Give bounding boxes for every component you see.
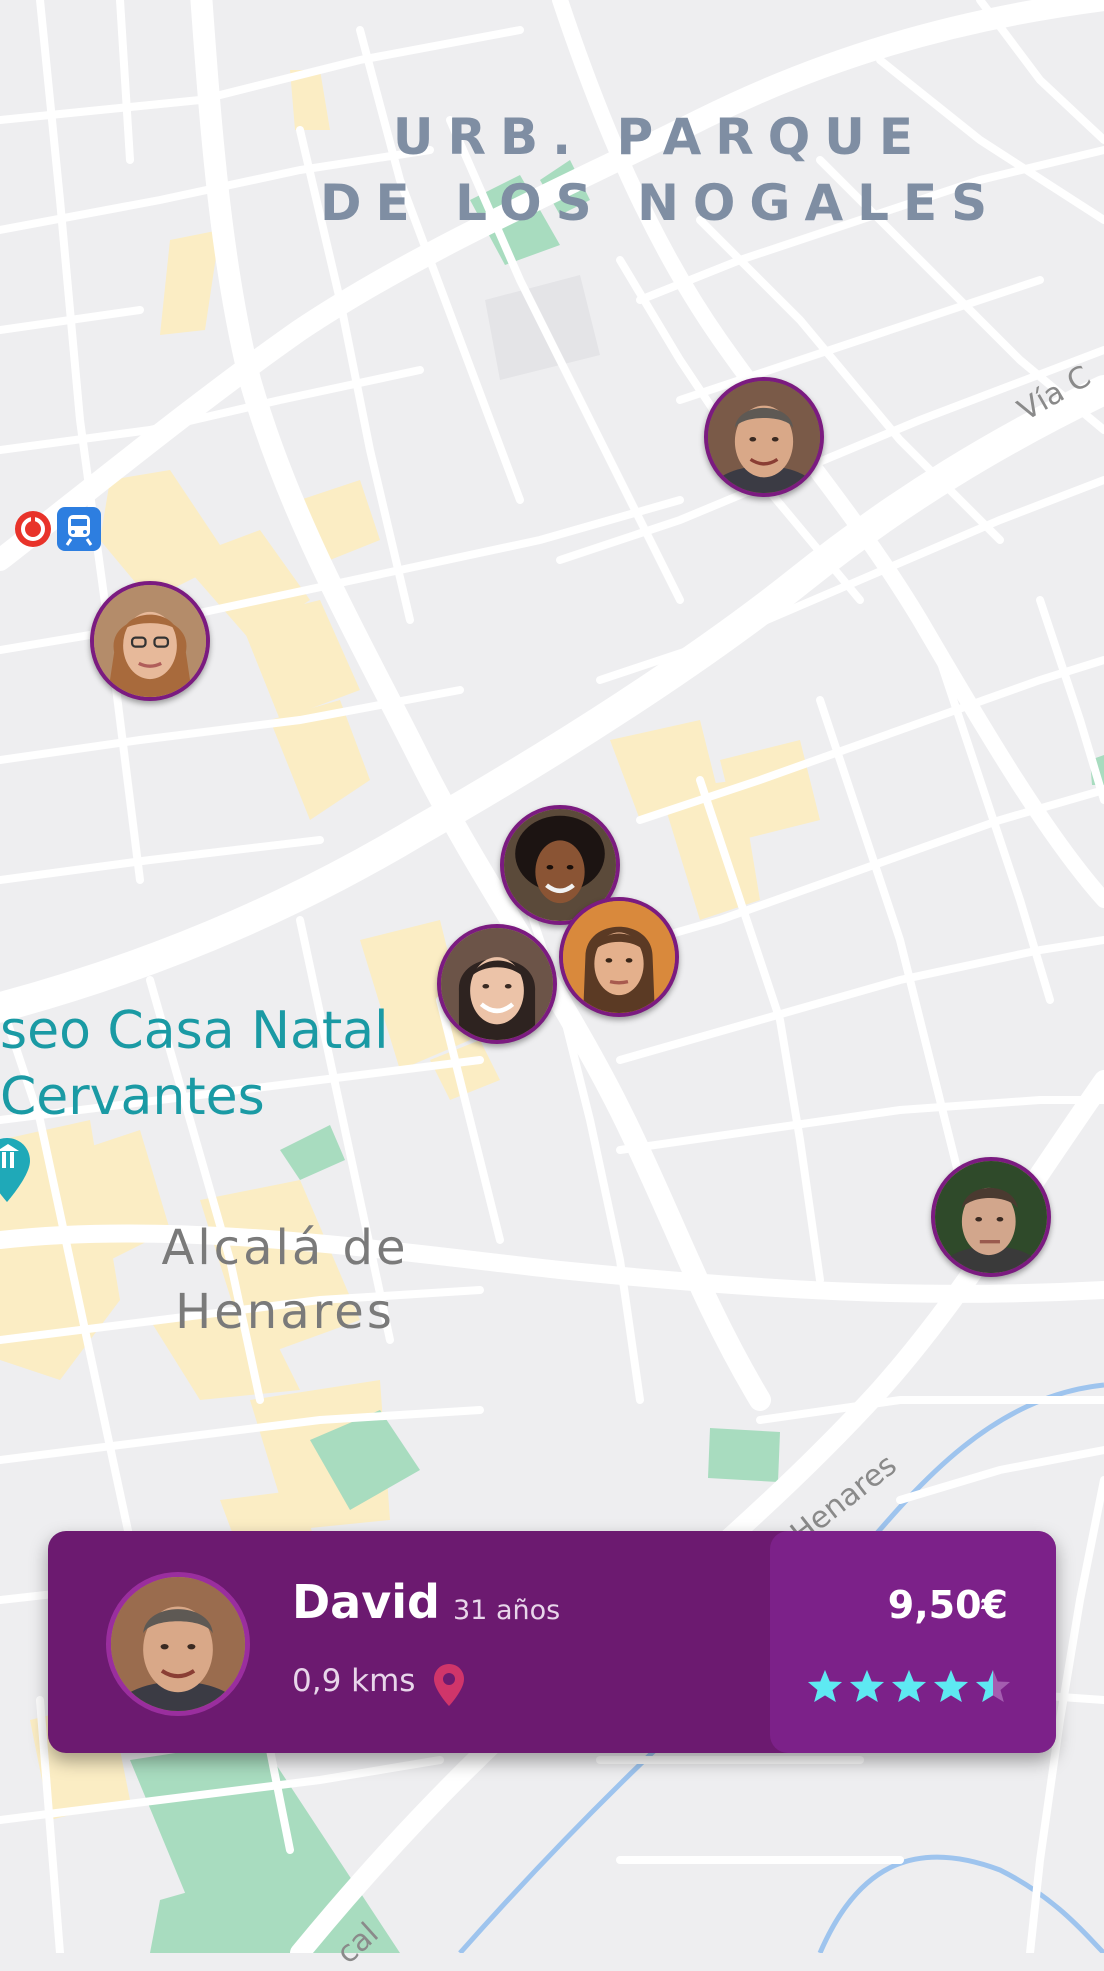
cercanias-icon[interactable] (14, 510, 52, 548)
star-icon (892, 1670, 926, 1702)
poi-label[interactable]: seo Casa Natal Cervantes (0, 998, 389, 1130)
profile-card[interactable]: David 31 años 0,9 kms 9,50€ (48, 1531, 1056, 1753)
district-label: URB. PARQUE DE LOS NOGALES (320, 104, 1000, 236)
pin-woman-smiling[interactable] (437, 924, 557, 1044)
city-label-line2: Henares (175, 1284, 395, 1340)
museum-pin-icon[interactable] (0, 1136, 32, 1206)
pin-man-top-right[interactable] (704, 377, 824, 497)
poi-label-line2: Cervantes (0, 1067, 265, 1127)
card-avatar[interactable] (106, 1572, 250, 1716)
star-icon (934, 1670, 968, 1702)
city-label-line1: Alcalá de (161, 1220, 409, 1276)
price-value: 9,50€ (887, 1583, 1008, 1627)
pin-woman-glasses[interactable] (90, 581, 210, 701)
district-label-line1: URB. PARQUE (392, 108, 928, 166)
city-label: Alcalá de Henares (120, 1216, 450, 1344)
pin-woman-young[interactable] (559, 897, 679, 1017)
location-pin-icon (434, 1664, 464, 1706)
district-label-line2: DE LOS NOGALES (320, 174, 1002, 232)
star-icon (976, 1670, 1010, 1702)
star-icon (808, 1670, 842, 1702)
pin-man-right[interactable] (931, 1157, 1051, 1277)
profile-age: 31 años (453, 1595, 561, 1626)
train-station-icon[interactable] (56, 506, 102, 552)
poi-label-line1: seo Casa Natal (0, 1001, 389, 1061)
star-icon (850, 1670, 884, 1702)
rating-stars (806, 1668, 1012, 1706)
price-panel (770, 1531, 1056, 1753)
profile-name: David (292, 1575, 440, 1629)
profile-distance: 0,9 kms (292, 1663, 416, 1699)
